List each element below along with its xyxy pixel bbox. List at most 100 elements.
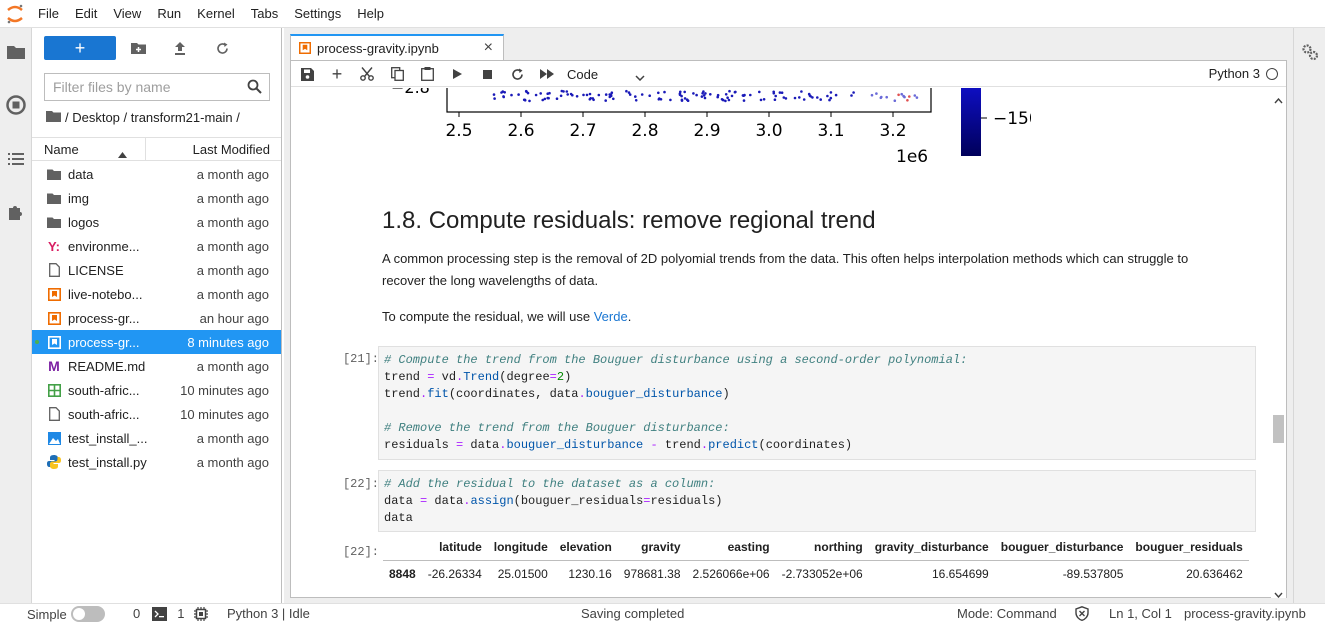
colorbar (961, 88, 981, 156)
right-sidebar (1293, 28, 1325, 603)
menu-run[interactable]: Run (149, 0, 189, 28)
table-cell: -2.733052e+06 (781, 567, 863, 581)
fast-forward-icon[interactable] (537, 65, 557, 83)
scatter-point (686, 99, 690, 102)
notebook-scrollbar[interactable] (1271, 88, 1286, 601)
modified-column-header[interactable]: Last Modified (193, 142, 270, 157)
menu-tabs[interactable]: Tabs (243, 0, 286, 28)
scatter-point (834, 93, 838, 97)
table-of-contents-icon[interactable] (0, 143, 32, 175)
file-row[interactable]: Y: environme... a month ago (32, 234, 281, 258)
scatter-point (597, 93, 601, 97)
file-row[interactable]: south-afric... 10 minutes ago (32, 402, 281, 426)
menu-view[interactable]: View (105, 0, 149, 28)
upload-icon[interactable] (170, 36, 190, 60)
kernel-status[interactable]: Python 3 | Idle (227, 606, 310, 621)
new-launcher-button[interactable]: + (44, 36, 116, 60)
file-row[interactable]: process-gr... an hour ago (32, 306, 281, 330)
file-row-selected[interactable]: process-gr... 8 minutes ago (32, 330, 281, 354)
menu-settings[interactable]: Settings (286, 0, 349, 28)
scatter-point (634, 95, 637, 98)
cursor-position[interactable]: Ln 1, Col 1 (1109, 606, 1172, 621)
scatter-point (903, 95, 906, 99)
menu-edit[interactable]: Edit (67, 0, 105, 28)
file-row[interactable]: test_install.py a month ago (32, 450, 281, 474)
x-tick-label: 3.2 (879, 121, 906, 141)
name-column-header[interactable]: Name (44, 142, 79, 157)
scatter-point (733, 90, 737, 94)
verde-link[interactable]: Verde (594, 309, 628, 324)
terminals-indicator[interactable]: 0 1 (133, 606, 209, 621)
scatter-point (703, 96, 707, 100)
scroll-up-icon[interactable] (1274, 92, 1283, 107)
refresh-icon[interactable] (212, 36, 232, 60)
restart-icon[interactable] (507, 65, 527, 83)
toggle-switch[interactable] (70, 606, 105, 622)
file-row[interactable]: live-notebo... a month ago (32, 282, 281, 306)
file-row[interactable]: LICENSE a month ago (32, 258, 281, 282)
scatter-point (870, 93, 874, 97)
terminal-icon (152, 606, 168, 621)
scroll-down-icon[interactable] (1274, 586, 1283, 601)
stop-icon[interactable] (477, 65, 497, 83)
scatter-point (575, 95, 579, 98)
trusted-shield-icon[interactable] (1075, 606, 1089, 621)
table-cell: -89.537805 (1062, 567, 1124, 581)
cell-type-select[interactable]: Code (567, 64, 653, 84)
copy-icon[interactable] (387, 65, 407, 83)
file-name: LICENSE (68, 263, 124, 278)
scatter-point (493, 97, 496, 100)
paste-icon[interactable] (417, 65, 437, 83)
scatter-point (502, 95, 505, 98)
file-name: logos (68, 215, 100, 230)
file-row[interactable]: logos a month ago (32, 210, 281, 234)
run-icon[interactable] (447, 65, 467, 83)
file-icon (47, 263, 61, 277)
file-modified: 10 minutes ago (180, 407, 269, 422)
filter-files-input[interactable] (44, 73, 270, 101)
scatter-point (773, 98, 777, 101)
folder-icon[interactable] (0, 36, 32, 68)
yaml-icon: Y: (47, 238, 61, 254)
scatter-point (585, 93, 589, 97)
menu-help[interactable]: Help (349, 0, 392, 28)
file-row[interactable]: img a month ago (32, 186, 281, 210)
scatter-point (555, 97, 559, 100)
file-row[interactable]: test_install_... a month ago (32, 426, 281, 450)
scatter-point (759, 98, 763, 102)
kernel-chip-icon (194, 606, 209, 621)
scrollbar-thumb[interactable] (1273, 415, 1284, 443)
file-row[interactable]: M README.md a month ago (32, 354, 281, 378)
close-icon[interactable]: × (484, 39, 493, 57)
scatter-point (802, 98, 806, 101)
code-cell-22[interactable]: # Add the residual to the dataset as a c… (378, 470, 1256, 532)
file-row[interactable]: data a month ago (32, 162, 281, 186)
code-cell-21[interactable]: # Compute the trend from the Bouguer dis… (378, 346, 1256, 460)
save-icon[interactable] (297, 65, 317, 83)
kernel-indicator[interactable]: Python 3 (1209, 66, 1278, 81)
extension-puzzle-icon[interactable] (0, 196, 32, 228)
breadcrumb-path[interactable]: / Desktop / transform21-main / (65, 110, 240, 125)
simple-mode-label: Simple (27, 606, 67, 622)
scatter-point (709, 93, 712, 96)
property-inspector-gear-icon[interactable] (1301, 43, 1319, 64)
paragraph-text: To compute the residual, we will use (382, 309, 594, 324)
home-folder-icon[interactable] (46, 110, 61, 125)
plot-output: −2.8 2.5 2.6 2.7 2.8 2.9 3.0 3.1 3.2 1e6 −150 (391, 88, 1031, 167)
input-prompt: [22]: (342, 477, 379, 491)
scatter-point (679, 90, 682, 94)
menu-file[interactable]: File (30, 0, 67, 28)
scatter-point (800, 90, 803, 93)
new-folder-icon[interactable] (128, 36, 148, 60)
filter-text-field[interactable] (53, 79, 243, 95)
simple-mode-toggle[interactable]: Simple (27, 606, 105, 622)
menu-kernel[interactable]: Kernel (189, 0, 243, 28)
insert-cell-icon[interactable]: + (327, 64, 347, 84)
notebook-mode: Mode: Command (957, 606, 1057, 621)
scatter-point (604, 99, 607, 102)
file-modified: an hour ago (199, 311, 269, 326)
file-row[interactable]: south-afric... 10 minutes ago (32, 378, 281, 402)
running-sessions-icon[interactable] (0, 89, 32, 121)
tab-notebook[interactable]: process-gravity.ipynb × (290, 34, 504, 60)
cut-icon[interactable] (357, 65, 377, 83)
